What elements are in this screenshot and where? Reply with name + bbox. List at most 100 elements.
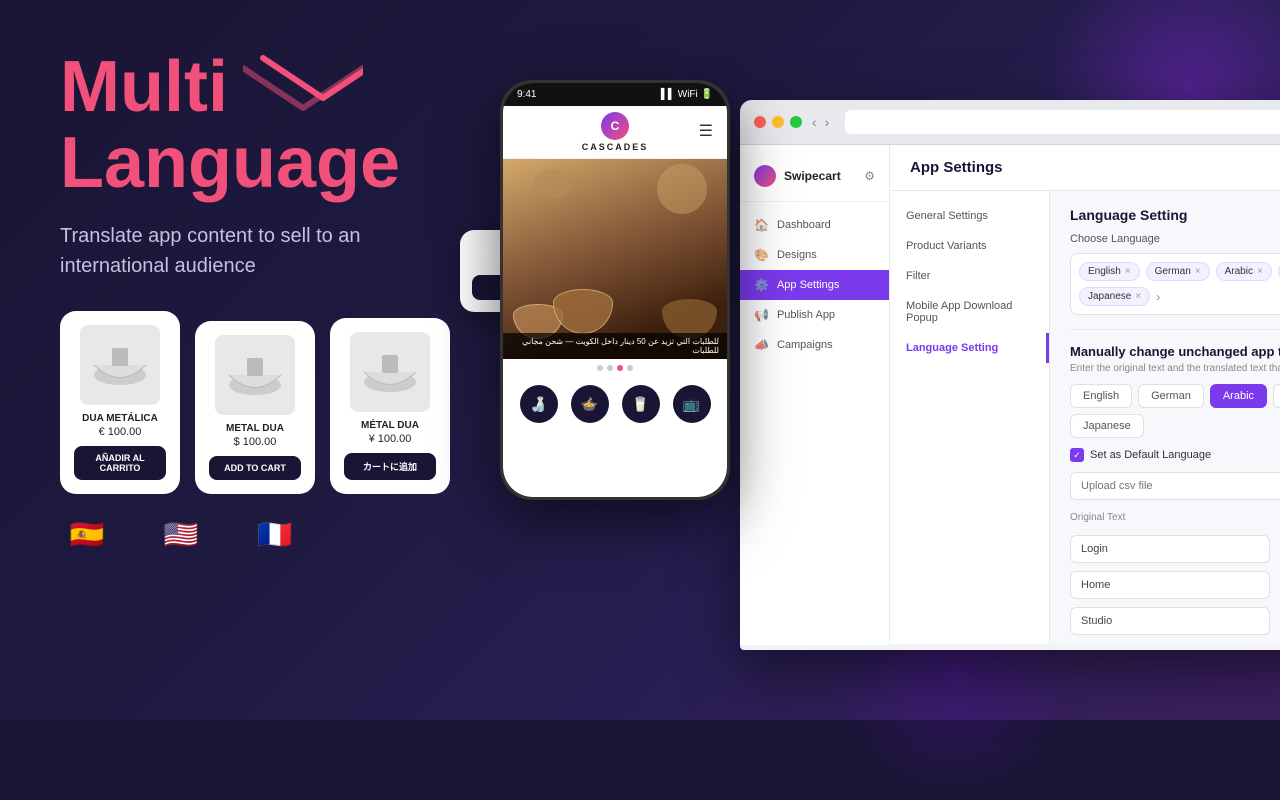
brand-logo (754, 165, 776, 187)
sidebar-item-dashboard[interactable]: 🏠 Dashboard (740, 210, 889, 240)
dot-2 (607, 365, 613, 371)
content-body: General Settings Product Variants Filter… (890, 191, 1280, 644)
phone-mockup: 9:41 ▌▌ WiFi 🔋 C CASCADES ☰ (500, 80, 730, 500)
sidebar-label-publish: Publish App (777, 309, 835, 321)
lang-btn-arabic[interactable]: Arabic (1210, 384, 1267, 408)
gear-icon[interactable]: ⚙ (864, 169, 875, 183)
product-name-french: MÉTAL DUA (361, 420, 419, 431)
original-text-1[interactable] (1070, 535, 1270, 563)
add-keyword-button[interactable]: + Add Keyword (1070, 643, 1280, 644)
nav-language-setting[interactable]: Language Setting (890, 333, 1049, 363)
product-image-spanish (80, 325, 160, 405)
choose-language-label: Choose Language (1070, 233, 1280, 245)
sidebar-item-designs[interactable]: 🎨 Designs (740, 240, 889, 270)
translation-row-2 (1070, 571, 1280, 599)
nav-general-settings[interactable]: General Settings (890, 201, 1049, 231)
campaigns-icon: 📣 (754, 338, 769, 352)
phone-ticker: للطلبات التي تزيد عن 50 دينار داخل الكوي… (503, 333, 727, 359)
phone-bottom-icons: 🍶 🍲 🥛 📺 (503, 377, 727, 431)
browser-nav: ‹ › (812, 114, 829, 130)
manual-section: Manually change unchanged app texts Ente… (1070, 344, 1280, 644)
lang-tag-japanese-remove[interactable]: × (1135, 291, 1141, 302)
store-name: CASCADES (582, 142, 649, 152)
sidebar-item-publish[interactable]: 📢 Publish App (740, 300, 889, 330)
browser-chrome: ‹ › (740, 100, 1280, 145)
language-search-input[interactable] (1166, 291, 1280, 303)
sidebar-label-app-settings: App Settings (777, 279, 839, 291)
manual-change-title: Manually change unchanged app texts (1070, 344, 1280, 359)
product-card-english: METAL DUA $ 100.00 ADD TO CART (195, 321, 315, 494)
lang-tag-english-remove[interactable]: × (1125, 266, 1131, 277)
product-price-french: ¥ 100.00 (369, 433, 412, 445)
phone-icon-food[interactable]: 🍲 (571, 385, 609, 423)
lang-btn-german[interactable]: German (1138, 384, 1204, 408)
bowl-svg-spanish (90, 340, 150, 390)
phone-signals: ▌▌ WiFi 🔋 (661, 89, 713, 100)
sidebar-item-app-settings[interactable]: ⚙️ App Settings (740, 270, 889, 300)
product-card-french: MÉTAL DUA ¥ 100.00 カートに追加 (330, 318, 450, 494)
translation-row-1 (1070, 535, 1280, 563)
lang-btn-spanish[interactable]: Spanish (1273, 384, 1280, 408)
phone-icon-bottle[interactable]: 🍶 (520, 385, 558, 423)
default-language-checkbox[interactable] (1070, 448, 1084, 462)
add-keyword-label: + Add Keyword (1070, 643, 1144, 644)
nav-filter[interactable]: Filter (890, 261, 1049, 291)
lang-btn-english[interactable]: English (1070, 384, 1132, 408)
sidebar: Swipecart ⚙ 🏠 Dashboard 🎨 Designs ⚙️ App… (740, 145, 890, 645)
phone-icon-screen[interactable]: 📺 (673, 385, 711, 423)
phone-carousel-dots (503, 365, 727, 371)
lang-tag-german: German × (1146, 262, 1210, 281)
sidebar-label-dashboard: Dashboard (777, 219, 831, 231)
hero-subtitle: Translate app content to sell to an inte… (60, 221, 400, 281)
sidebar-label-designs: Designs (777, 249, 817, 261)
dot-close[interactable] (754, 116, 766, 128)
hamburger-icon[interactable]: ☰ (699, 121, 713, 141)
lang-tag-english-label: English (1088, 266, 1121, 277)
csv-file-input[interactable] (1070, 472, 1280, 500)
lang-tag-arabic: Arabic × (1216, 262, 1272, 281)
title-line2: Language (60, 126, 450, 202)
brand-name: Swipecart (784, 169, 841, 183)
original-text-3[interactable] (1070, 607, 1270, 635)
csv-upload-row: ☁ Upload (1070, 472, 1280, 500)
dot-minimize[interactable] (772, 116, 784, 128)
app-settings-icon: ⚙️ (754, 278, 769, 292)
product-image-french (350, 332, 430, 412)
settings-content: Language Setting Choose Language English… (1050, 191, 1280, 644)
add-to-cart-french[interactable]: カートに追加 (344, 453, 436, 480)
add-to-cart-english[interactable]: ADD TO CART (209, 456, 301, 480)
nav-product-variants[interactable]: Product Variants (890, 231, 1049, 261)
dot-fullscreen[interactable] (790, 116, 802, 128)
app-area: Swipecart ⚙ 🏠 Dashboard 🎨 Designs ⚙️ App… (740, 145, 1280, 645)
product-price-english: $ 100.00 (234, 436, 277, 448)
lang-tag-english: English × (1079, 262, 1140, 281)
browser-dots (754, 116, 802, 128)
add-to-cart-spanish[interactable]: AÑADIR AL CARRITO (74, 446, 166, 480)
lang-tag-japanese-label: Japanese (1088, 291, 1131, 302)
sidebar-item-campaigns[interactable]: 📣 Campaigns (740, 330, 889, 360)
dashboard-icon: 🏠 (754, 218, 769, 232)
phone-time: 9:41 (517, 89, 536, 100)
title-line1: Multi (60, 50, 228, 126)
lang-tag-german-remove[interactable]: × (1195, 266, 1201, 277)
phone-nav-bar: C CASCADES ☰ (503, 106, 727, 159)
phone-icon-cup[interactable]: 🥛 (622, 385, 660, 423)
publish-icon: 📢 (754, 308, 769, 322)
food-bowl-2 (553, 289, 613, 334)
right-panel: معدن دوا ¥ 100.00 أضف إلى السلة 9:41 ▌▌ … (500, 0, 1280, 720)
nav-forward[interactable]: › (825, 114, 830, 130)
nav-back[interactable]: ‹ (812, 114, 817, 130)
hero-title: Multi Language (60, 50, 450, 201)
nav-mobile-popup[interactable]: Mobile App Download Popup (890, 291, 1049, 333)
bowl-svg-english (225, 350, 285, 400)
lang-btn-japanese[interactable]: Japanese (1070, 414, 1144, 438)
address-bar[interactable] (845, 110, 1280, 134)
product-card-spanish: DUA METÁLICA € 100.00 AÑADIR AL CARRITO (60, 311, 180, 494)
settings-nav: General Settings Product Variants Filter… (890, 191, 1050, 644)
original-text-2[interactable] (1070, 571, 1270, 599)
lang-tag-arabic-remove[interactable]: × (1257, 266, 1263, 277)
language-buttons-row: English German Arabic Spanish French Jap… (1070, 384, 1280, 438)
product-name-english: METAL DUA (226, 423, 284, 434)
product-cards-row: DUA METÁLICA € 100.00 AÑADIR AL CARRITO … (60, 311, 450, 494)
product-image-english (215, 335, 295, 415)
